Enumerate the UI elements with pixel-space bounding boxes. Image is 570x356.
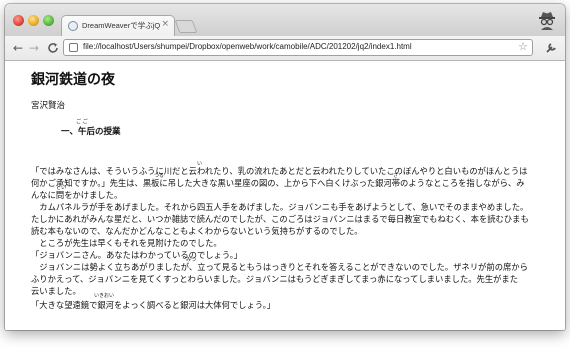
page-title: 銀河鉄道の夜	[31, 72, 115, 88]
minimize-window-button[interactable]	[28, 15, 39, 26]
paragraph-line: たしかにあれがみんな星だと、いつか雑誌で読んだのでしたが、このごろはジョバンニは…	[31, 214, 529, 224]
paragraph-line: 「ジョバンニさん。あなたはわかっているのでしょう。」	[31, 250, 243, 260]
bookmark-star-icon[interactable]: ☆	[518, 40, 528, 53]
maximize-window-button[interactable]	[43, 15, 54, 26]
paragraph-line: ところが先生は早くもそれを見附けたのでした。	[31, 238, 222, 248]
incognito-icon	[539, 12, 555, 30]
tab-title: DreamWeaverで学ぶjQuery/	[82, 21, 160, 30]
paragraph-line: 「ではみなさんは、そういうふうに川だと云われたり、乳の流れたあとだと云われたりし…	[31, 166, 528, 176]
browser-toolbar: ← → file://localhost/Users/shumpei/Dropb…	[5, 36, 565, 61]
paragraph-line: カムパネルラが手をあげました。それから四五人手をあげました。ジョバンニも手をあげ…	[31, 202, 529, 212]
page-icon	[69, 43, 78, 52]
paragraph-line: 「大きな望遠鏡で銀河をよっく調べると銀河は大体何でしょう。」	[31, 300, 276, 310]
paragraph-line: 云いました。	[31, 286, 81, 296]
ruby-gogo: ご ご	[76, 119, 88, 125]
wrench-icon[interactable]	[545, 42, 557, 54]
browser-tab[interactable]: DreamWeaverで学ぶjQuery/ ×	[61, 15, 175, 36]
browser-window: DreamWeaverで学ぶjQuery/ × ← → file://local…	[5, 4, 565, 330]
close-window-button[interactable]	[13, 15, 24, 26]
page-content: 銀河鉄道の夜 宮沢賢治 ご ご 一、午后の授業 い つる さ とい いきおい み…	[5, 61, 565, 330]
paragraph-line: ジョバンニは勢よく立ちあがりましたが、立って見るともうはっきりとそれを答えること…	[31, 262, 528, 272]
chapter-heading: 一、午后の授業	[61, 127, 121, 137]
paragraph-line: 何かご承知ですか。」先生は、黒板に吊した大きな黒い星座の図の、上から下へ白くけぶ…	[31, 178, 525, 188]
tab-close-icon[interactable]: ×	[161, 19, 169, 29]
forward-button[interactable]: →	[29, 41, 39, 55]
reload-icon[interactable]	[47, 42, 59, 54]
url-text[interactable]: file://localhost/Users/shumpei/Dropbox/o…	[83, 42, 412, 51]
back-button[interactable]: ←	[13, 41, 23, 55]
new-tab-button[interactable]	[174, 20, 198, 33]
paragraph-line: 読む本もないので、なんだかどんなこともよくわからないという気持ちがするのでした。	[31, 226, 363, 236]
paragraph-line: んなに問をかけました。	[31, 190, 123, 200]
address-bar[interactable]: file://localhost/Users/shumpei/Dropbox/o…	[63, 39, 533, 56]
paragraph-line: ふりかえって、ジョバンニを見てくすっとわらいました。ジョバンニはもうどぎまぎして…	[31, 274, 519, 284]
author-name: 宮沢賢治	[31, 101, 66, 111]
globe-icon	[68, 21, 78, 31]
title-bar: DreamWeaverで学ぶjQuery/ ×	[5, 4, 565, 36]
